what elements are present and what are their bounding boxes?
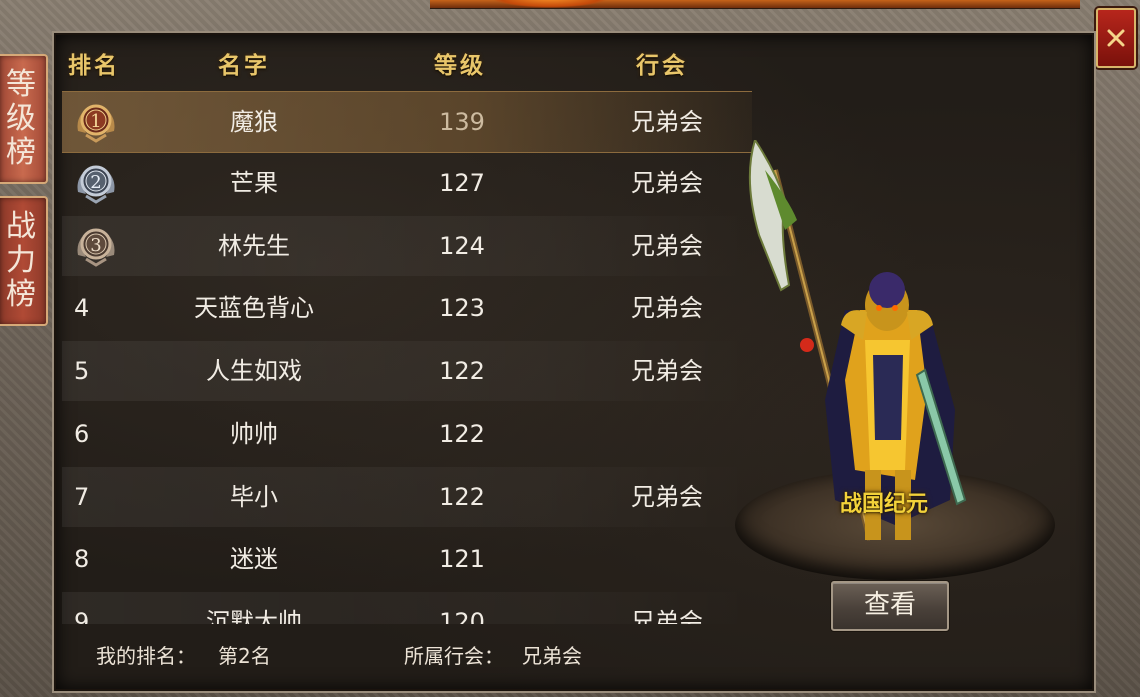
view-character-button[interactable]: 查看 [831, 581, 949, 631]
player-level: 122 [439, 357, 485, 385]
column-header-guild: 行会 [636, 53, 688, 79]
my-guild-label: 所属行会： [404, 644, 504, 668]
player-guild: 兄弟会 [631, 294, 703, 322]
svg-text:2: 2 [90, 172, 101, 193]
player-name: 魔狼 [230, 108, 278, 136]
player-guild [602, 404, 732, 464]
player-name: 芒果 [230, 169, 278, 197]
my-rank-value: 第2名 [218, 644, 271, 668]
player-guild: 兄弟会 [631, 108, 703, 136]
column-header-level: 等级 [434, 53, 486, 79]
rank-number: 9 [74, 608, 90, 624]
tab-level-ranking-label: 等级榜 [6, 67, 36, 170]
ranking-list[interactable]: 1 魔狼 139 兄弟会 2 芒果 127 兄弟会 3 林先生 124 兄弟会 … [62, 88, 752, 624]
gold-medal-icon: 1 [77, 104, 115, 143]
player-guild: 兄弟会 [631, 169, 703, 197]
my-rank-label: 我的排名： [96, 644, 196, 668]
tab-power-ranking-label: 战力榜 [6, 209, 36, 312]
player-guild: 兄弟会 [631, 483, 703, 511]
player-guild: 兄弟会 [631, 608, 703, 624]
player-level: 120 [439, 608, 485, 624]
rank-number: 7 [74, 483, 90, 511]
player-name: 人生如戏 [206, 357, 302, 385]
bronze-medal-icon: 3 [77, 228, 115, 267]
player-guild: 兄弟会 [631, 232, 703, 260]
tab-level-ranking[interactable]: 等级榜 [0, 54, 48, 184]
player-level: 122 [439, 420, 485, 448]
character-watermark: 战国纪元 [840, 492, 929, 517]
player-level: 124 [439, 232, 485, 260]
title-ornament [430, 0, 1080, 9]
close-icon [1107, 29, 1125, 47]
table-row[interactable]: 8 迷迷 121 [62, 529, 752, 589]
column-header-name: 名字 [218, 53, 270, 79]
leaderboard-window: 等级榜 战力榜 排名 名字 等级 行会 1 魔狼 139 兄弟会 2 芒果 12… [0, 0, 1140, 697]
column-header-rank: 排名 [68, 53, 120, 79]
table-row[interactable]: 3 林先生 124 兄弟会 [62, 216, 752, 276]
player-level: 139 [439, 108, 485, 136]
player-guild [602, 529, 732, 589]
table-row[interactable]: 5 人生如戏 122 兄弟会 [62, 341, 752, 401]
table-row[interactable]: 2 芒果 127 兄弟会 [62, 153, 752, 213]
table-row[interactable]: 6 帅帅 122 [62, 404, 752, 464]
table-row[interactable]: 4 天蓝色背心 123 兄弟会 [62, 278, 752, 338]
player-name: 沉默大帅 [206, 608, 302, 624]
rank-number: 6 [74, 420, 90, 448]
svg-text:1: 1 [90, 111, 101, 132]
player-level: 122 [439, 483, 485, 511]
player-name: 帅帅 [230, 420, 278, 448]
rank-number: 5 [74, 357, 90, 385]
player-name: 天蓝色背心 [194, 294, 314, 322]
close-button[interactable] [1096, 8, 1136, 68]
table-row[interactable]: 9 沉默大帅 120 兄弟会 [62, 592, 752, 624]
rank-number: 8 [74, 545, 90, 573]
table-row[interactable]: 1 魔狼 139 兄弟会 [62, 91, 752, 153]
table-row[interactable]: 7 毕小 122 兄弟会 [62, 467, 752, 527]
player-name: 迷迷 [230, 545, 278, 573]
player-level: 121 [439, 545, 485, 573]
player-level: 127 [439, 169, 485, 197]
player-name: 毕小 [230, 483, 278, 511]
player-name: 林先生 [218, 232, 290, 260]
my-guild-value: 兄弟会 [522, 644, 582, 668]
player-level: 123 [439, 294, 485, 322]
rank-number: 4 [74, 294, 90, 322]
tab-power-ranking[interactable]: 战力榜 [0, 196, 48, 326]
silver-medal-icon: 2 [77, 165, 115, 204]
player-guild: 兄弟会 [631, 357, 703, 385]
svg-text:3: 3 [90, 235, 101, 256]
